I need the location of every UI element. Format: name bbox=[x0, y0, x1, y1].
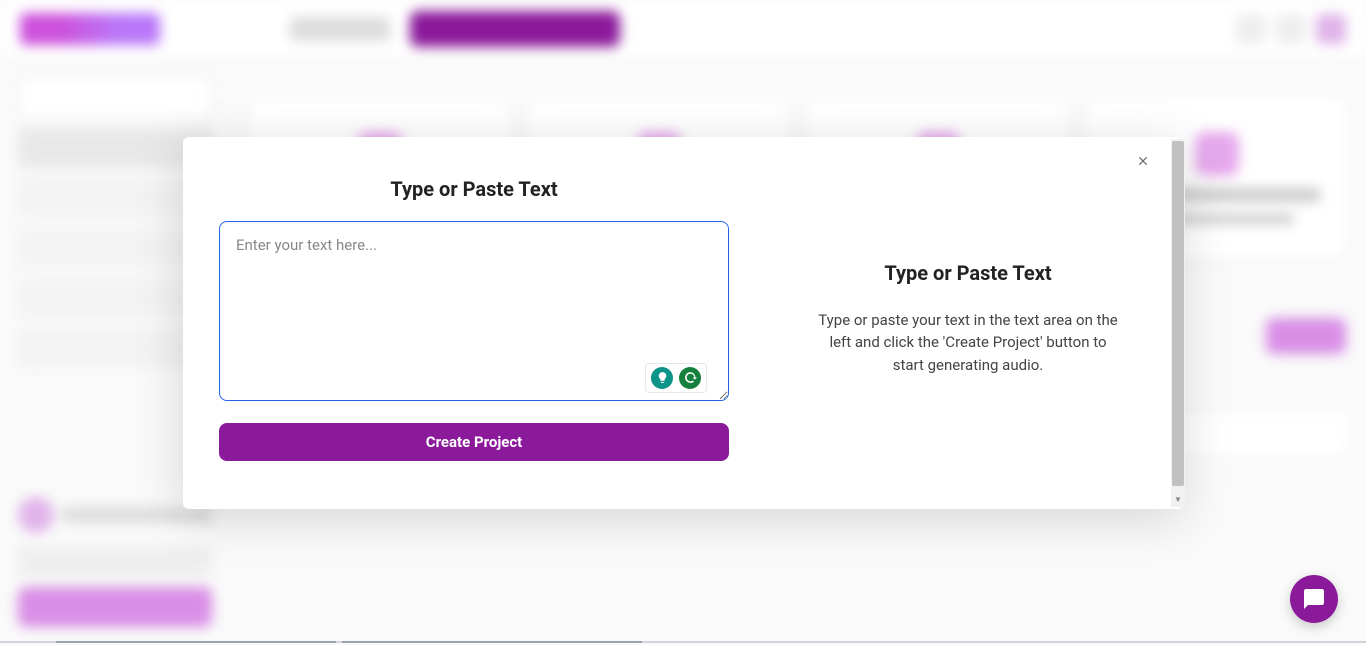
close-button[interactable] bbox=[1131, 149, 1155, 173]
scrollbar-thumb[interactable] bbox=[1172, 141, 1184, 487]
type-paste-modal: ▼ Type or Paste Text Create Project bbox=[183, 137, 1183, 509]
modal-right-panel: Type or Paste Text Type or paste your te… bbox=[809, 177, 1147, 461]
textarea-wrapper bbox=[219, 221, 729, 405]
grammarly-icon[interactable] bbox=[679, 367, 701, 389]
modal-scrollbar[interactable]: ▼ bbox=[1171, 139, 1185, 507]
modal-left-title: Type or Paste Text bbox=[219, 177, 729, 201]
bottom-segment bbox=[56, 641, 336, 643]
grammar-badges bbox=[645, 363, 707, 393]
bottom-segment bbox=[342, 641, 642, 643]
chat-icon bbox=[1302, 587, 1326, 611]
scrollbar-down-arrow[interactable]: ▼ bbox=[1171, 493, 1185, 507]
chat-fab[interactable] bbox=[1290, 575, 1338, 623]
assistant-icon[interactable] bbox=[651, 367, 673, 389]
modal-overlay: ▼ Type or Paste Text Create Project bbox=[0, 0, 1366, 645]
create-project-button[interactable]: Create Project bbox=[219, 423, 729, 461]
modal-right-title: Type or Paste Text bbox=[884, 261, 1051, 285]
modal-left-panel: Type or Paste Text Create Project bbox=[219, 177, 729, 461]
modal-right-description: Type or paste your text in the text area… bbox=[818, 309, 1118, 377]
close-icon bbox=[1136, 154, 1150, 168]
